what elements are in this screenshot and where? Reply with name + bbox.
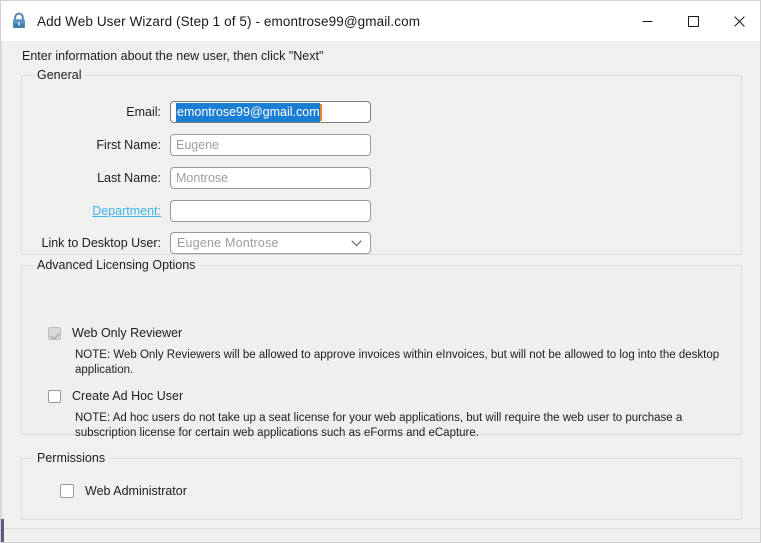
field-row-department: Department: [22,200,371,222]
title-bar-left: Add Web User Wizard (Step 1 of 5) - emon… [1,12,624,30]
window-title: Add Web User Wizard (Step 1 of 5) - emon… [37,13,421,29]
last-name-label: Last Name: [97,171,161,185]
department-input[interactable] [170,200,371,222]
maximize-button[interactable] [670,1,716,41]
minimize-button[interactable] [624,1,670,41]
group-general: General Email: emontrose99@gmail.com Fir… [21,68,742,255]
lock-icon [10,12,37,30]
first-name-label: First Name: [96,138,161,152]
close-button[interactable] [716,1,760,41]
field-row-email: Email: emontrose99@gmail.com [22,101,371,123]
checkbox-row-create-ad-hoc-user: Create Ad Hoc User [48,389,183,403]
link-to-desktop-user-value: Eugene Montrose [177,236,279,250]
checkbox-row-web-administrator: Web Administrator [60,484,187,498]
chevron-down-icon [351,234,362,252]
window-controls [624,1,760,41]
close-icon [733,15,745,27]
email-field[interactable]: emontrose99@gmail.com [170,101,371,123]
group-licensing-label: Advanced Licensing Options [33,258,200,272]
web-only-reviewer-checkbox [48,326,61,340]
footer-divider [1,528,760,529]
group-permissions-label: Permissions [33,451,110,465]
link-to-desktop-user-label: Link to Desktop User: [41,236,162,250]
email-label: Email: [126,105,161,119]
window-left-accent [1,519,4,542]
checkmark-icon [50,329,61,347]
maximize-icon [687,15,699,27]
field-row-last-name: Last Name: [22,167,371,189]
field-row-first-name: First Name: [22,134,371,156]
link-to-desktop-user-select[interactable]: Eugene Montrose [170,232,371,254]
add-web-user-wizard-window: Add Web User Wizard (Step 1 of 5) - emon… [0,0,761,543]
web-only-reviewer-label: Web Only Reviewer [72,326,183,340]
create-ad-hoc-user-note: NOTE: Ad hoc users do not take up a seat… [75,412,683,439]
group-advanced-licensing-options: Advanced Licensing Options Web Only Revi… [21,258,742,439]
field-row-link-desktop-user: Link to Desktop User: Eugene Montrose [22,232,371,254]
web-administrator-label: Web Administrator [85,484,187,498]
title-bar: Add Web User Wizard (Step 1 of 5) - emon… [1,1,760,41]
email-field-value: emontrose99@gmail.com [176,102,320,122]
minimize-icon [642,16,653,27]
create-ad-hoc-user-label: Create Ad Hoc User [72,389,184,403]
dialog-client-area: Enter information about the new user, th… [1,41,760,542]
create-ad-hoc-user-checkbox[interactable] [48,389,61,403]
group-general-label: General [33,68,86,82]
web-only-reviewer-note: NOTE: Web Only Reviewers will be allowed… [75,349,720,376]
window-left-edge [1,41,3,542]
group-permissions: Permissions Web Administrator [21,451,742,520]
department-link[interactable]: Department: [22,204,170,218]
checkbox-row-web-only-reviewer: Web Only Reviewer [48,326,182,340]
text-caret [319,103,322,121]
last-name-input[interactable] [170,167,371,189]
instruction-text: Enter information about the new user, th… [22,49,324,63]
first-name-input[interactable] [170,134,371,156]
web-administrator-checkbox[interactable] [60,484,74,498]
